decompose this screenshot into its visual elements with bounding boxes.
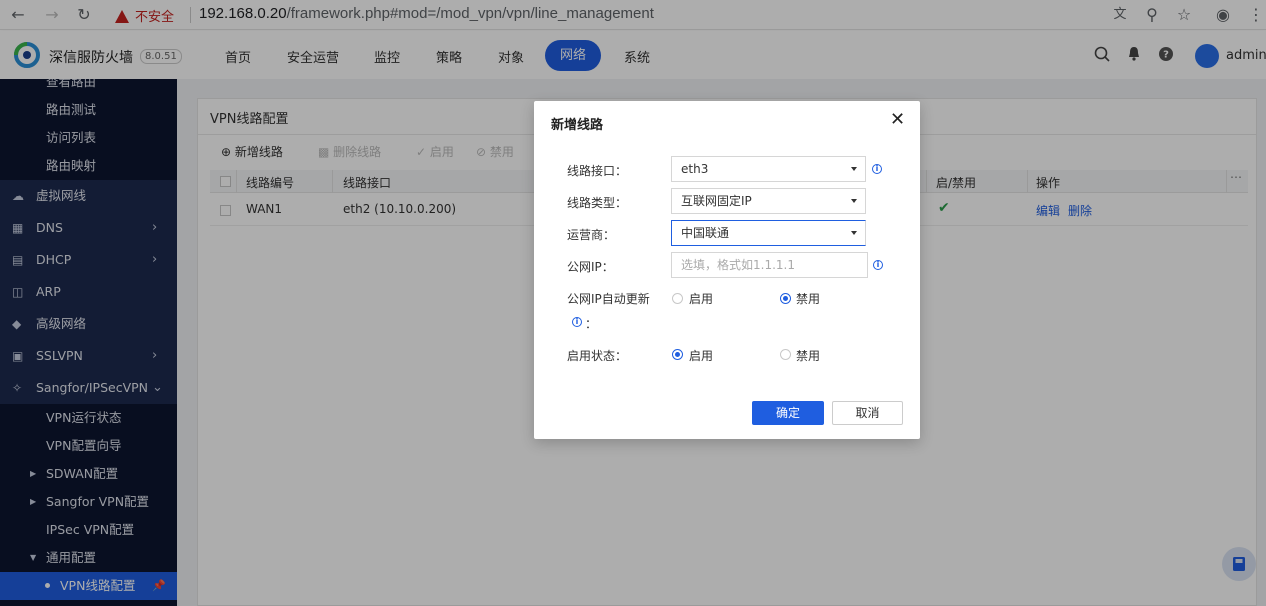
status-disable-label[interactable]: 禁用: [796, 347, 820, 364]
line-type-label: 线路类型：: [567, 196, 628, 210]
status-label: 启用状态：: [567, 349, 628, 363]
auto-update-colon: ：: [585, 317, 598, 331]
status-enable-label[interactable]: 启用: [689, 347, 713, 364]
close-icon[interactable]: ✕: [890, 110, 905, 130]
caret-down-icon: [851, 231, 857, 235]
public-ip-input[interactable]: 选填，格式如1.1.1.1: [671, 252, 868, 278]
dialog-title: 新增线路: [551, 118, 604, 133]
interface-select[interactable]: eth3: [671, 156, 866, 182]
auto-update-disable-label[interactable]: 禁用: [796, 290, 820, 307]
isp-label: 运营商：: [567, 228, 616, 242]
caret-down-icon: [851, 167, 857, 171]
auto-update-enable-radio[interactable]: [672, 293, 683, 304]
isp-select[interactable]: 中国联通: [671, 220, 866, 246]
status-disable-radio[interactable]: [780, 349, 791, 360]
info-icon[interactable]: i: [872, 164, 882, 174]
auto-update-label: 公网IP自动更新: [567, 292, 650, 306]
auto-update-enable-label[interactable]: 启用: [689, 290, 713, 307]
caret-down-icon: [851, 199, 857, 203]
line-type-select[interactable]: 互联网固定IP: [671, 188, 866, 214]
confirm-button[interactable]: 确定: [752, 401, 824, 425]
auto-update-disable-radio[interactable]: [780, 293, 791, 304]
add-line-dialog: 新增线路 ✕ 线路接口： eth3 i 线路类型： 互联网固定IP 运营商： 中…: [534, 101, 920, 439]
status-enable-radio[interactable]: [672, 349, 683, 360]
interface-label: 线路接口：: [567, 164, 628, 178]
cancel-button[interactable]: 取消: [832, 401, 903, 425]
public-ip-label: 公网IP：: [567, 260, 614, 274]
info-icon[interactable]: i: [572, 317, 582, 327]
info-icon[interactable]: i: [873, 260, 883, 270]
